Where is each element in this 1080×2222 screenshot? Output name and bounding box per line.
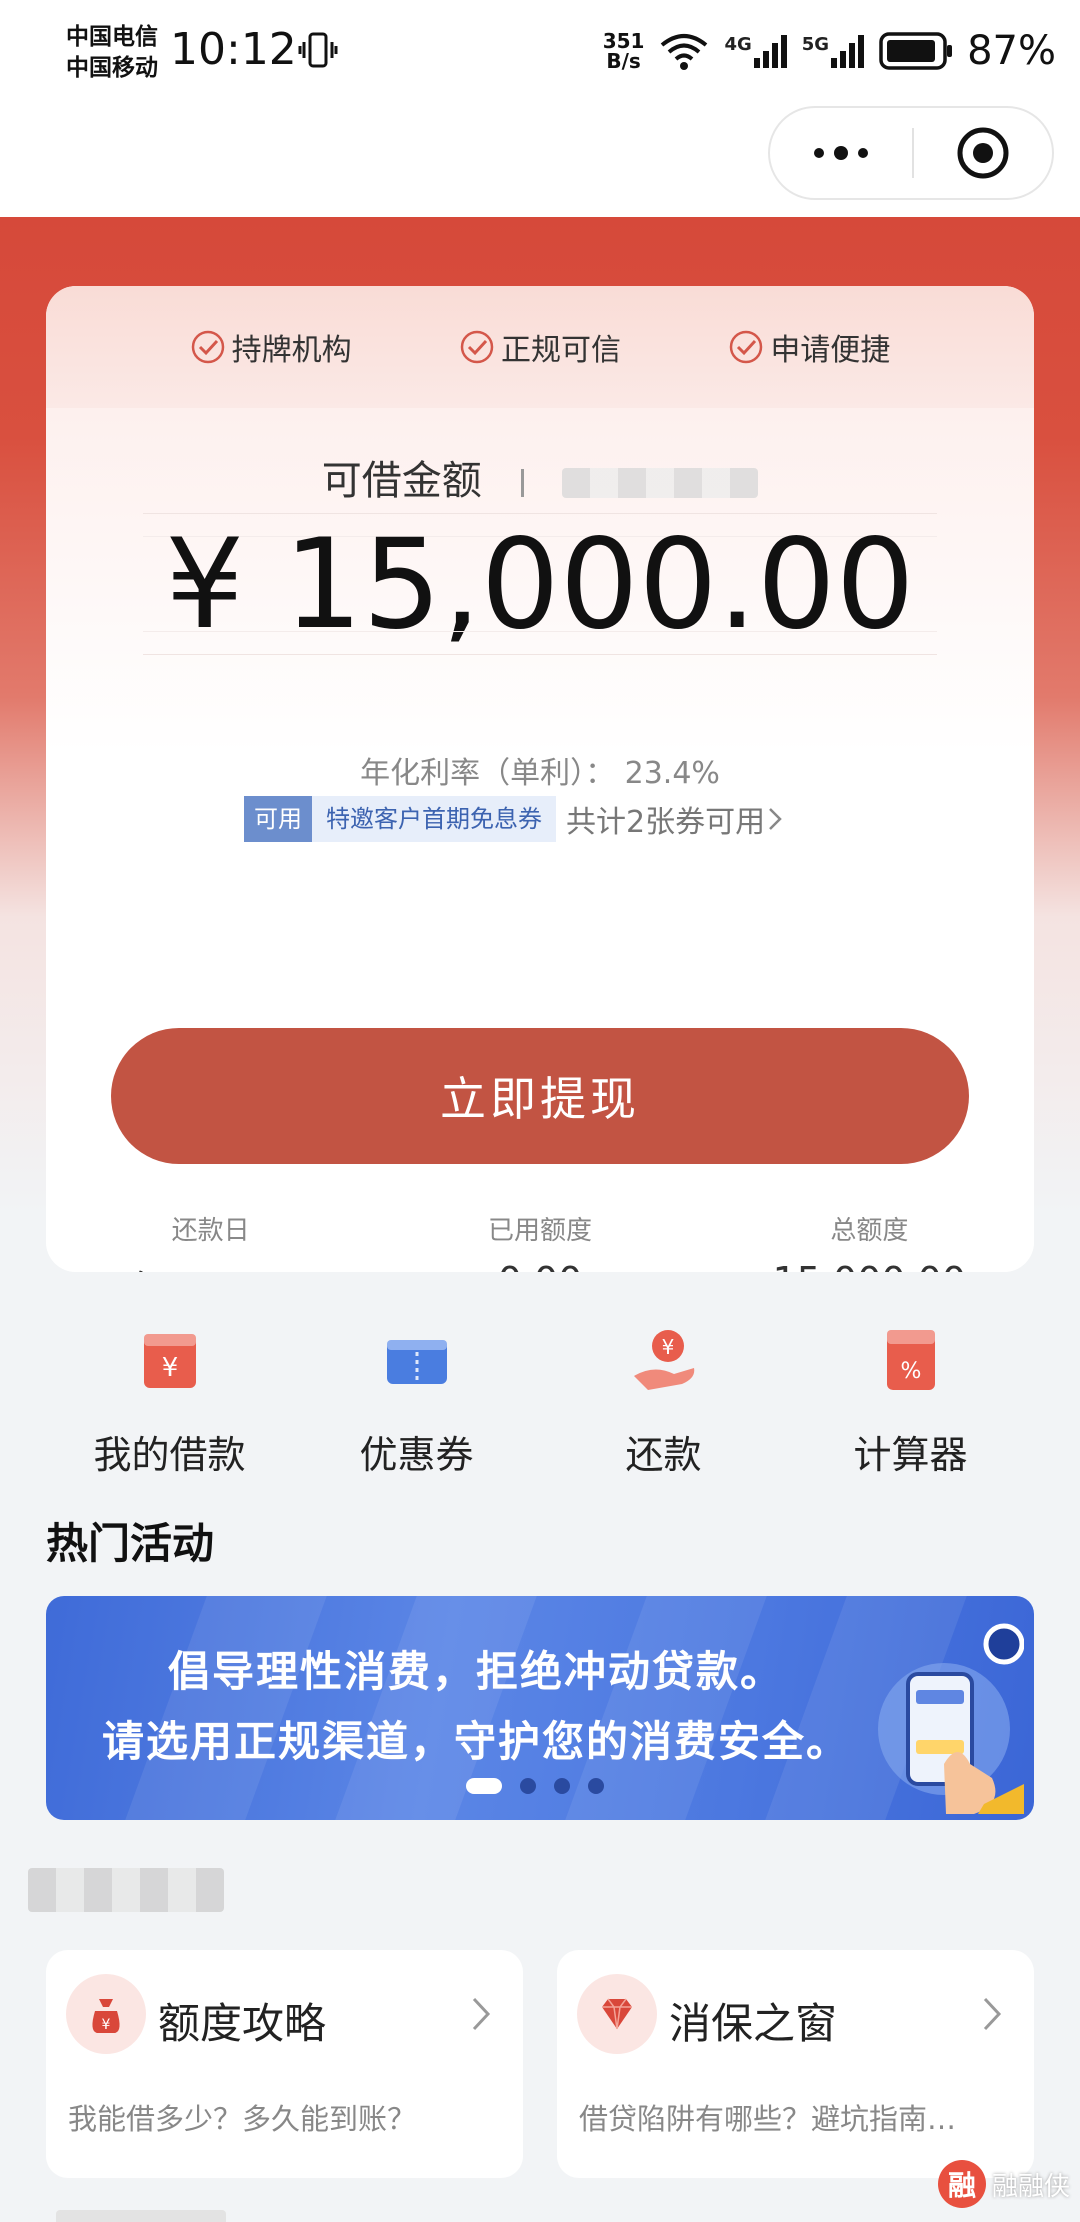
quick-coupons[interactable]: 优惠券 (293, 1320, 540, 1479)
blurred-text (56, 2210, 226, 2222)
capsule-menu (768, 106, 1054, 200)
tile-title: 额度攻略 (158, 1999, 327, 2048)
clock: 10:12 (170, 24, 297, 75)
quick-actions: ¥ 我的借款 优惠券 ¥ 还款 % 计算器 (46, 1320, 1034, 1479)
stat-total-limit: 总额度 15,000.00 (773, 1216, 966, 1272)
vibrate-icon (298, 32, 338, 68)
chevron-right-icon (769, 808, 782, 830)
tile-consumer-protection[interactable]: 消保之窗 借贷陷阱有哪些？避坑指南… (557, 1950, 1034, 2178)
coupon-row[interactable]: 可用 特邀客户首期免息券 共计2张券可用 (244, 796, 785, 842)
check-circle-icon (460, 330, 494, 364)
tile-title: 消保之窗 (669, 1999, 838, 2048)
battery-icon (879, 32, 953, 70)
battery-percent: 87% (967, 28, 1056, 74)
coupon-count: 共计2张券可用 (566, 805, 766, 840)
signal-icon: 4G (724, 34, 787, 68)
available-amount: ¥ 15,000.00 (165, 513, 915, 657)
banner-line-1: 倡导理性消费，拒绝冲动贷款。 (167, 1647, 784, 1696)
svg-text:¥: ¥ (102, 2017, 111, 2033)
feature-item: 正规可信 (459, 325, 621, 369)
loan-card: 持牌机构 正规可信 申请便捷 可借金额 ¥ 15,000.00 年化利率（单利）… (46, 286, 1034, 1272)
quick-my-loans[interactable]: ¥ 我的借款 (46, 1320, 293, 1479)
check-circle-icon (191, 330, 224, 364)
diamond-icon (577, 1974, 657, 2054)
tile-limit-guide[interactable]: ¥ 额度攻略 我能借多少？多久能到账？ (46, 1950, 523, 2178)
svg-text:¥: ¥ (161, 1353, 178, 1383)
watermark-logo: 融 (937, 2160, 986, 2208)
close-miniprogram-icon[interactable] (914, 125, 1052, 181)
tile-subtitle: 借贷陷阱有哪些？避坑指南… (579, 2102, 957, 2136)
svg-text:%: % (900, 1359, 921, 1384)
promo-banner[interactable]: 倡导理性消费，拒绝冲动贷款。 请选用正规渠道，守护您的消费安全。 (46, 1596, 1034, 1820)
net-speed: 351 B/s (602, 29, 645, 73)
coupon-available-tag: 可用 (244, 796, 312, 842)
more-icon[interactable] (770, 108, 912, 198)
chevron-right-icon (983, 1997, 1002, 2031)
signal-icon-2: 5G (802, 34, 865, 68)
carrier-1: 中国电信 (66, 24, 158, 50)
calculator-icon: % (886, 1330, 935, 1390)
coupon-name: 特邀客户首期免息券 (312, 796, 556, 842)
phone-hand-icon (878, 1623, 1024, 1814)
svg-text:¥: ¥ (661, 1335, 674, 1359)
wifi-icon (661, 34, 708, 70)
withdraw-button[interactable]: 立即提现 (111, 1028, 969, 1164)
feature-item: 持牌机构 (190, 325, 352, 369)
amount-box: ¥ 15,000.00 (143, 513, 937, 657)
carousel-indicator (466, 1778, 604, 1794)
quick-calculator[interactable]: % 计算器 (787, 1320, 1034, 1479)
watermark: 融 融融侠 (937, 2160, 1070, 2208)
status-bar: 中国电信 中国移动 10:12 351 B/s 4G 5G 87% (0, 0, 1080, 105)
hot-activities-title: 热门活动 (46, 1519, 215, 1568)
info-tiles: ¥ 额度攻略 我能借多少？多久能到账？ 消保之窗 借贷陷阱有哪些？避坑指南… (46, 1950, 1034, 2178)
blurred-text (562, 468, 759, 498)
money-bag-icon: ¥ (66, 1974, 146, 2054)
loan-stats: 还款日 每月28日 已用额度 0.00 总额度 15,000.00 (46, 1210, 1034, 1272)
chevron-right-icon (472, 1997, 491, 2031)
check-circle-icon (730, 330, 763, 364)
available-amount-row: 可借金额 (46, 448, 1034, 506)
loan-icon: ¥ (143, 1334, 196, 1388)
available-label: 可借金额 (321, 458, 482, 504)
feature-item: 申请便捷 (728, 325, 890, 369)
repay-icon: ¥ (633, 1330, 694, 1390)
banner-line-2: 请选用正规渠道，守护您的消费安全。 (101, 1717, 850, 1766)
quick-repay[interactable]: ¥ 还款 (540, 1320, 787, 1479)
tile-subtitle: 我能借多少？多久能到账？ (68, 2102, 417, 2136)
carrier-info: 中国电信 中国移动 (66, 22, 158, 84)
interest-rate: 年化利率（单利）： 23.4% (360, 756, 720, 791)
carrier-2: 中国移动 (66, 55, 158, 81)
stat-used-limit: 已用额度 0.00 (487, 1216, 592, 1272)
feature-bar: 持牌机构 正规可信 申请便捷 (46, 286, 1034, 408)
watermark-text: 融融侠 (991, 2171, 1070, 2202)
stat-repay-day: 还款日 每月28日 (129, 1216, 291, 1272)
divider (520, 469, 524, 497)
coupon-icon (386, 1340, 447, 1384)
blurred-section-title (28, 1868, 224, 1912)
